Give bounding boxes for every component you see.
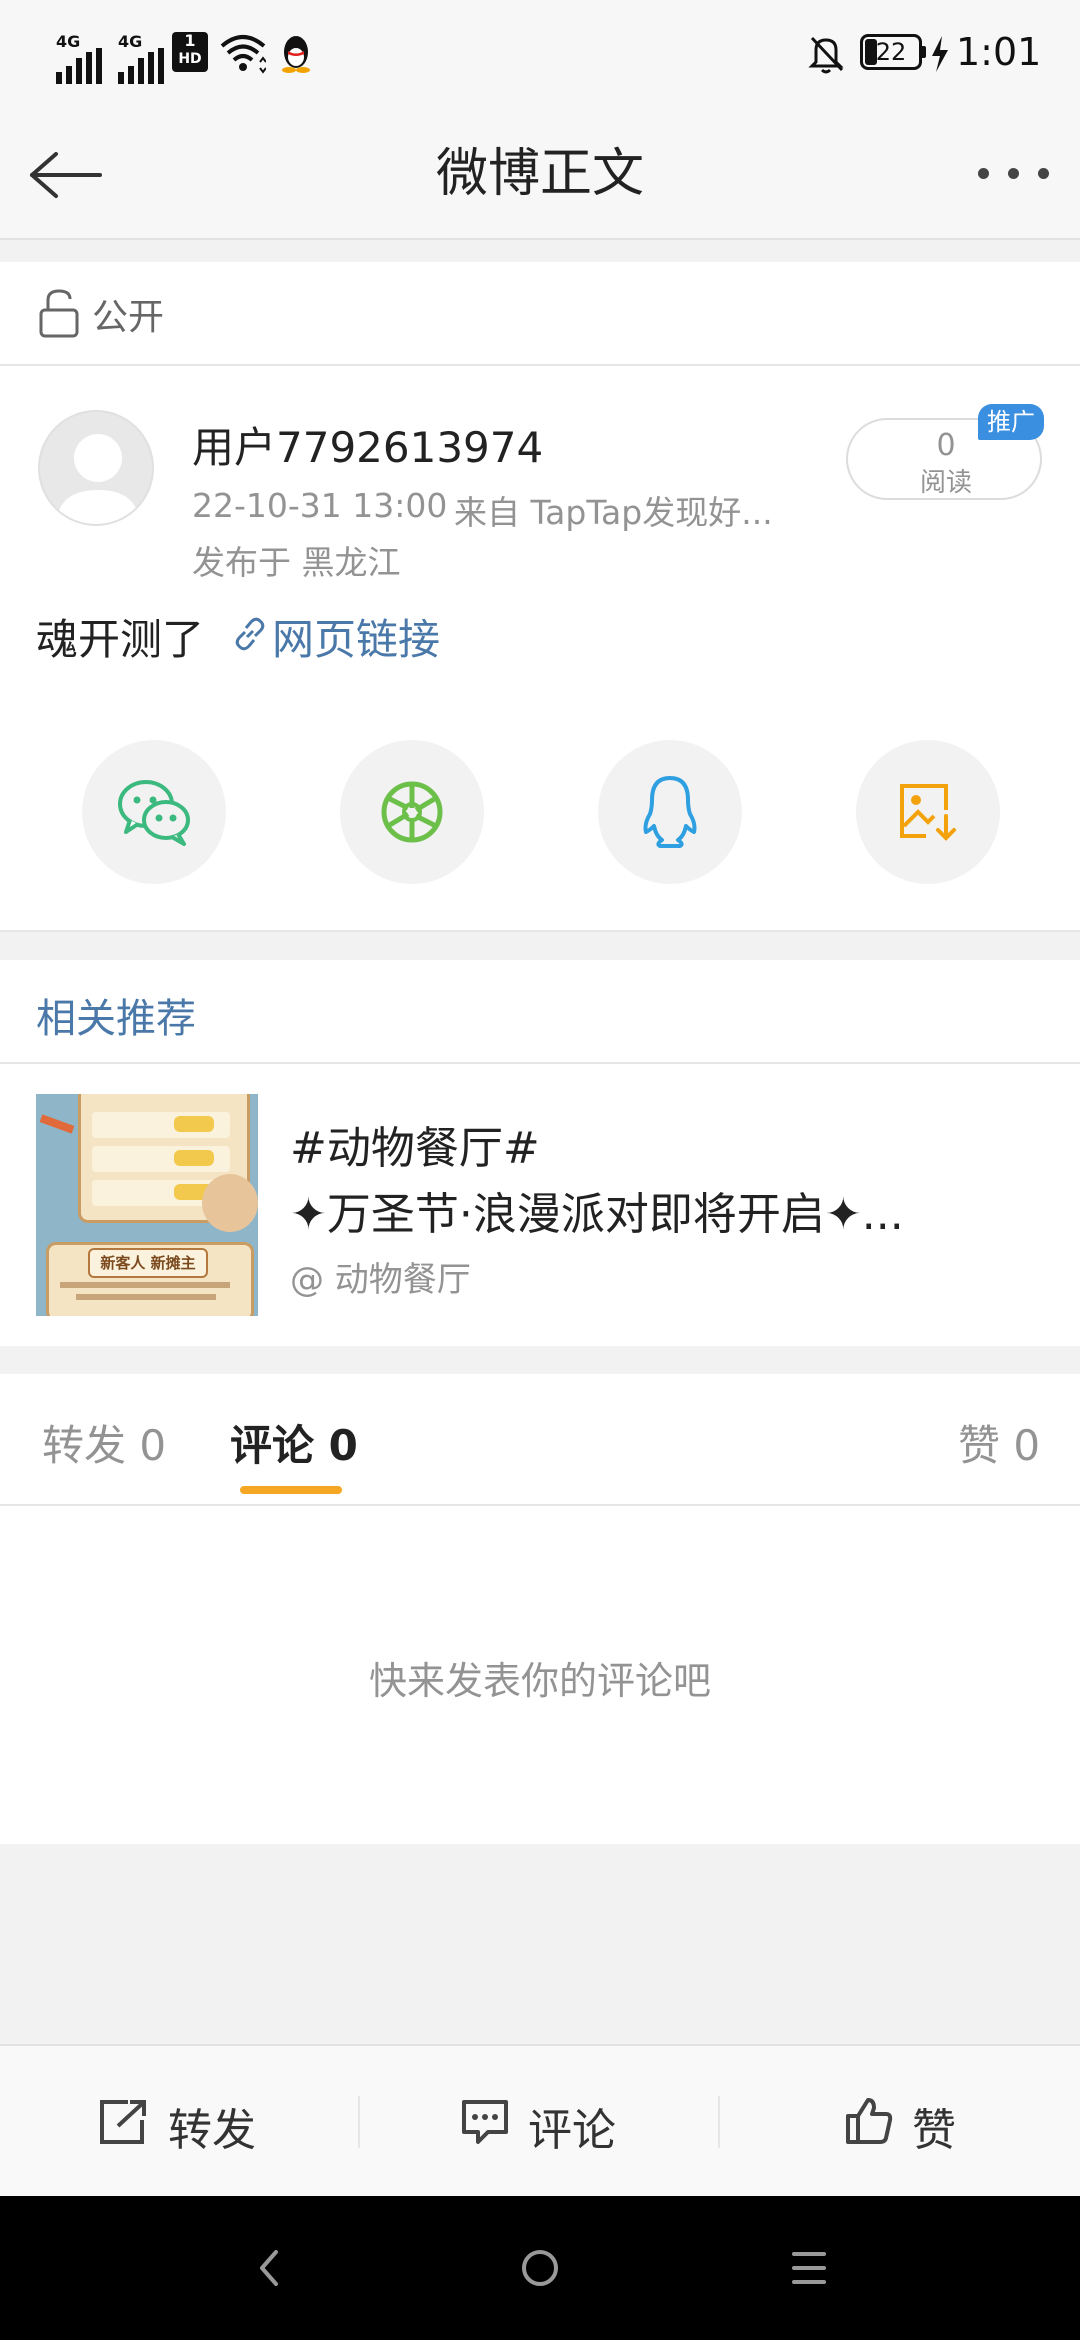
related-author[interactable]: @ 动物餐厅 (290, 1252, 471, 1301)
visibility-row: 公开 (0, 262, 1080, 366)
empty-comments-text: 快来发表你的评论吧 (368, 1659, 711, 1703)
tab-active-indicator (240, 1486, 342, 1494)
wifi-icon (220, 35, 266, 74)
post-time: 22-10-31 13:00 (192, 486, 448, 525)
thumbnail-caption: 新客人 新摊主 (88, 1248, 208, 1278)
share-wechat-button[interactable] (82, 740, 226, 884)
wechat-icon (118, 780, 190, 846)
like-label: 赞 (912, 2105, 956, 2156)
promo-badge: 推广 (978, 404, 1044, 440)
related-header: 相关推荐 (0, 960, 1080, 1064)
unlock-icon (39, 289, 79, 338)
page-title: 微博正文 (435, 144, 644, 204)
nav-bar: 微博正文 (0, 110, 1080, 240)
clock: 1:01 (956, 30, 1042, 74)
hd-icon: 1 HD (172, 32, 208, 72)
read-label: 阅读 (919, 468, 972, 498)
save-image-button[interactable] (856, 740, 1000, 884)
charging-icon (932, 36, 948, 72)
related-thumbnail: 新客人 新摊主 (36, 1094, 258, 1316)
mute-bell-icon (808, 36, 844, 74)
save-image-icon (900, 784, 956, 841)
repost-label: 转发 (168, 2105, 256, 2156)
visibility-label: 公开 (92, 297, 165, 338)
more-dots-icon[interactable] (978, 164, 1050, 184)
system-nav-bar (0, 2196, 1080, 2340)
related-title: 相关推荐 (36, 996, 196, 1042)
bottom-action-bar: 转发 评论 赞 (0, 2044, 1080, 2198)
nav-home-icon[interactable] (520, 2248, 560, 2288)
post-card: 用户7792613974 22-10-31 13:00 来自 TapTap发现好… (0, 366, 1080, 932)
share-qq-button[interactable] (598, 740, 742, 884)
related-title-line2: ✦万圣节·浪漫派对即将开启✦... (290, 1189, 904, 1240)
interaction-tabs: 转发 0 评论 0 赞 0 (0, 1374, 1080, 1506)
tab-comment[interactable]: 评论 0 (230, 1412, 358, 1473)
nav-back-icon[interactable] (254, 2248, 284, 2288)
link-icon[interactable] (232, 616, 268, 652)
share-moments-button[interactable] (340, 740, 484, 884)
comment-bubble-icon (462, 2100, 508, 2144)
back-arrow-icon[interactable] (28, 150, 104, 200)
comments-area: 快来发表你的评论吧 (0, 1506, 1080, 1844)
tab-like[interactable]: 赞 0 (958, 1412, 1040, 1473)
share-out-icon (100, 2100, 146, 2144)
moments-icon (381, 781, 443, 843)
related-title-line1: #动物餐厅# (290, 1123, 540, 1174)
qq-notification-icon (282, 36, 310, 73)
comment-button[interactable]: 评论 (360, 2046, 718, 2198)
battery-icon: 22 (860, 34, 926, 70)
tab-repost[interactable]: 转发 0 (42, 1412, 166, 1473)
qq-icon (643, 776, 697, 848)
status-bar: 4G 4G 1 HD 22 1:01 (0, 0, 1080, 110)
related-item[interactable]: 新客人 新摊主 #动物餐厅# ✦万圣节·浪漫派对即将开启✦... @ 动物餐厅 (0, 1064, 1080, 1346)
like-button[interactable]: 赞 (720, 2046, 1080, 2198)
web-link[interactable]: 网页链接 (272, 606, 440, 667)
post-text: 魂开测了 (36, 615, 205, 664)
avatar[interactable] (38, 410, 154, 526)
thumbs-up-icon (846, 2098, 893, 2144)
repost-button[interactable]: 转发 (0, 2046, 358, 2198)
post-location: 发布于 黑龙江 (192, 543, 401, 582)
username[interactable]: 用户7792613974 (192, 414, 543, 475)
comment-label: 评论 (528, 2105, 616, 2156)
post-source[interactable]: 来自 TapTap发现好... (454, 486, 773, 534)
nav-menu-icon[interactable] (792, 2250, 826, 2286)
